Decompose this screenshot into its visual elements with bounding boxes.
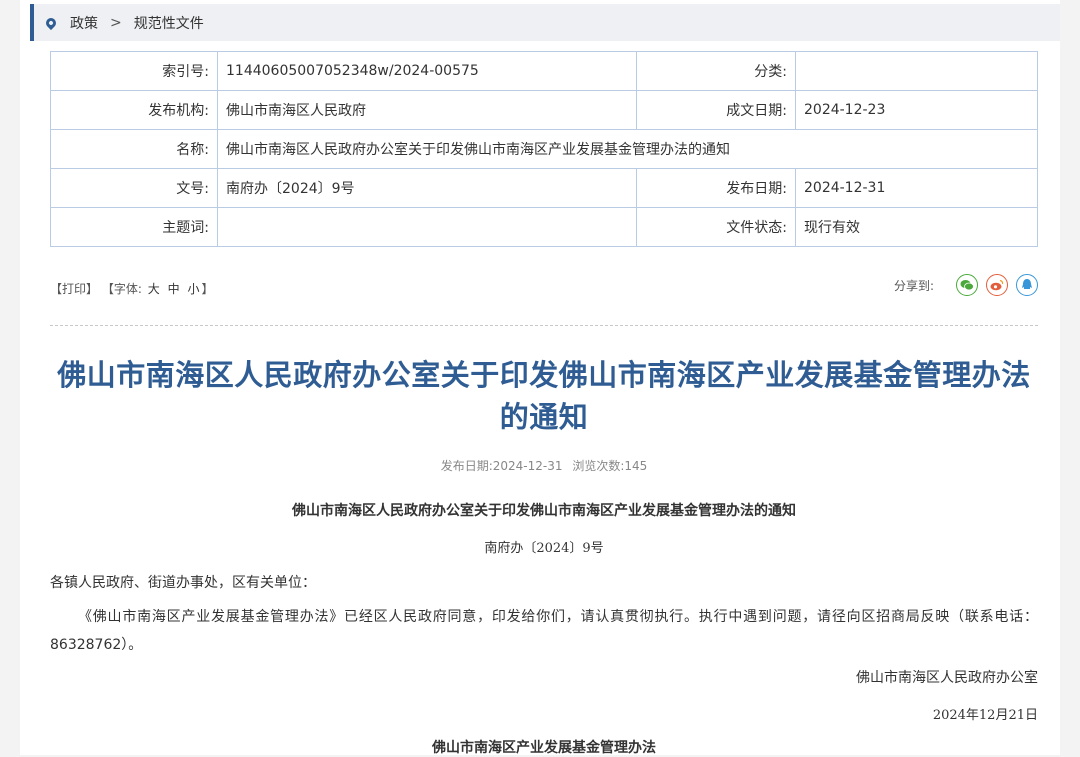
page-container: 政策 > 规范性文件 索引号: 11440605007052348w/2024-… bbox=[20, 0, 1060, 756]
print-label: 打印 bbox=[62, 282, 87, 296]
table-row: 索引号: 11440605007052348w/2024-00575 分类: bbox=[50, 51, 1038, 91]
article-title-line-1: 佛山市南海区人民政府办公室关于印发佛山市南海区产业发展基金管理办法 bbox=[57, 358, 1031, 392]
doc-number-value: 南府办〔2024〕9号 bbox=[217, 168, 637, 208]
article-meta: 发布日期:2024-12-31 浏览次数:145 bbox=[50, 457, 1038, 474]
font-size-controls: 【字体: 大 中 小】 bbox=[101, 282, 214, 296]
publish-date-value: 2024-12-31 bbox=[795, 168, 1038, 208]
breadcrumb-item-policy[interactable]: 政策 bbox=[70, 13, 98, 33]
index-value: 11440605007052348w/2024-00575 bbox=[217, 51, 637, 91]
location-pin-icon bbox=[43, 15, 59, 30]
doc-number-label: 文号: bbox=[50, 168, 218, 208]
table-row: 主题词: 文件状态: 现行有效 bbox=[50, 207, 1038, 247]
meta-views-value: 145 bbox=[624, 459, 648, 473]
font-medium-button[interactable]: 中 bbox=[168, 282, 180, 296]
category-value bbox=[795, 51, 1038, 91]
article-title-line-2: 的通知 bbox=[499, 400, 589, 434]
keywords-label: 主题词: bbox=[50, 207, 218, 247]
created-date-value: 2024-12-23 bbox=[795, 90, 1038, 130]
breadcrumb-separator: > bbox=[110, 14, 122, 31]
keywords-value bbox=[217, 207, 637, 247]
publisher-value: 佛山市南海区人民政府 bbox=[217, 90, 637, 130]
category-label: 分类: bbox=[636, 51, 796, 91]
weibo-icon[interactable] bbox=[986, 274, 1008, 296]
share-bar: 分享到: bbox=[894, 274, 1038, 296]
document-number: 南府办〔2024〕9号 bbox=[484, 541, 604, 556]
status-value: 现行有效 bbox=[795, 207, 1038, 247]
breadcrumb-item-normative-docs[interactable]: 规范性文件 bbox=[134, 13, 204, 33]
share-label: 分享到: bbox=[893, 278, 934, 293]
index-label: 索引号: bbox=[50, 51, 218, 91]
meta-date-label: 发布日期: bbox=[440, 459, 493, 473]
font-small-button[interactable]: 小 bbox=[187, 282, 199, 296]
meta-views-label: 浏览次数: bbox=[572, 459, 625, 473]
sign-date: 2024年12月21日 bbox=[932, 708, 1038, 723]
table-row: 发布机构: 佛山市南海区人民政府 成文日期: 2024-12-23 bbox=[50, 90, 1038, 130]
name-value: 佛山市南海区人民政府办公室关于印发佛山市南海区产业发展基金管理办法的通知 bbox=[217, 129, 1038, 169]
meta-date-value: 2024-12-31 bbox=[492, 459, 563, 473]
breadcrumb: 政策 > 规范性文件 bbox=[30, 4, 1060, 41]
font-large-button[interactable]: 大 bbox=[148, 282, 160, 296]
article-tools: 【打印】 【字体: 大 中 小】 bbox=[50, 280, 213, 297]
publisher-label: 发布机构: bbox=[50, 90, 218, 130]
wechat-icon[interactable] bbox=[956, 274, 978, 296]
qq-icon[interactable] bbox=[1016, 274, 1038, 296]
document-heading: 佛山市南海区人民政府办公室关于印发佛山市南海区产业发展基金管理办法的通知 bbox=[292, 503, 796, 519]
divider bbox=[50, 325, 1038, 326]
document-info-table: 索引号: 11440605007052348w/2024-00575 分类: 发… bbox=[50, 51, 1038, 247]
status-label: 文件状态: bbox=[636, 207, 796, 247]
table-row: 文号: 南府办〔2024〕9号 发布日期: 2024-12-31 bbox=[50, 168, 1038, 208]
body-paragraph: 《佛山市南海区产业发展基金管理办法》已经区人民政府同意，印发给你们，请认真贯彻执… bbox=[50, 609, 1038, 653]
attachment-title: 佛山市南海区产业发展基金管理办法 bbox=[432, 740, 656, 756]
article-title: 佛山市南海区人民政府办公室关于印发佛山市南海区产业发展基金管理办法 的通知 bbox=[50, 354, 1038, 438]
font-label: 字体: bbox=[113, 282, 142, 296]
publish-date-label: 发布日期: bbox=[636, 168, 796, 208]
created-date-label: 成文日期: bbox=[636, 90, 796, 130]
name-label: 名称: bbox=[50, 129, 218, 169]
addressee: 各镇人民政府、街道办事处，区有关单位： bbox=[50, 575, 316, 591]
table-row: 名称: 佛山市南海区人民政府办公室关于印发佛山市南海区产业发展基金管理办法的通知 bbox=[50, 129, 1038, 169]
print-button[interactable]: 【打印】 bbox=[50, 282, 98, 296]
signer: 佛山市南海区人民政府办公室 bbox=[856, 670, 1038, 686]
